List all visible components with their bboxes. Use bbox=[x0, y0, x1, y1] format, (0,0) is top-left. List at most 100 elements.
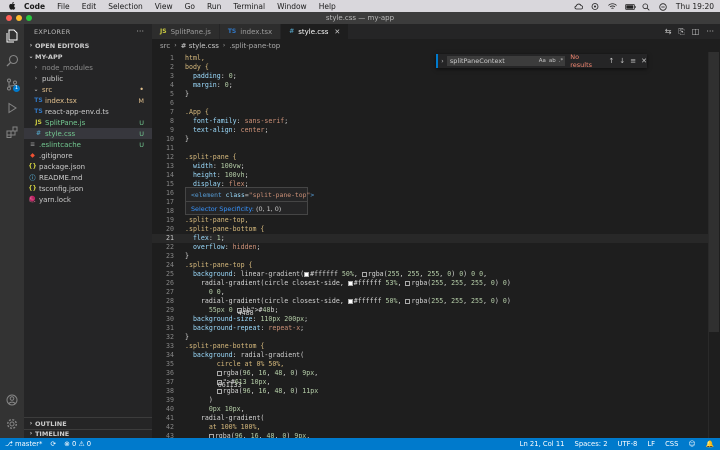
tree-item-tsconfig[interactable]: {} tsconfig.json bbox=[24, 183, 152, 194]
notifications-icon[interactable]: 🔔 bbox=[706, 440, 714, 448]
code-line[interactable]: 22 overflow: hidden; bbox=[152, 243, 712, 252]
toggle-replace-icon[interactable]: › bbox=[438, 58, 447, 65]
menu-edit[interactable]: Edit bbox=[82, 2, 97, 11]
account-icon[interactable] bbox=[4, 392, 20, 408]
siri-icon[interactable] bbox=[659, 2, 667, 11]
code-line[interactable]: 35 circle at 0% 50%, bbox=[152, 360, 712, 369]
code-line[interactable]: 36 rgba(96, 16, 48, 0) 9px, bbox=[152, 369, 712, 378]
regex-icon[interactable]: .* bbox=[559, 58, 564, 64]
split-editor-icon[interactable]: ◫ bbox=[692, 27, 700, 36]
menu-selection[interactable]: Selection bbox=[108, 2, 143, 11]
tab-style-css[interactable]: # style.css ✕ bbox=[281, 24, 350, 39]
end-of-line[interactable]: LF bbox=[647, 440, 655, 448]
run-debug-icon[interactable] bbox=[4, 100, 20, 116]
code-line[interactable]: 7 .App { bbox=[152, 108, 712, 117]
tree-item-yarn-lock[interactable]: 🧶 yarn.lock bbox=[24, 194, 152, 205]
menubar-clock[interactable]: Thu 19:20 bbox=[676, 2, 714, 11]
tree-item-public[interactable]: › public bbox=[24, 73, 152, 84]
code-line[interactable]: 25 background: linear-gradient(#ffffff 5… bbox=[152, 270, 712, 279]
code-line[interactable]: 23} bbox=[152, 252, 712, 261]
tree-item-eslintcache[interactable]: ≡ .eslintcache U bbox=[24, 139, 152, 150]
more-actions-icon[interactable]: ··· bbox=[136, 27, 144, 36]
menu-terminal[interactable]: Terminal bbox=[233, 2, 265, 11]
code-line[interactable]: 34 background: radial-gradient( bbox=[152, 351, 712, 360]
menu-run[interactable]: Run bbox=[207, 2, 221, 11]
code-line[interactable]: 30 background-size: 110px 200px; bbox=[152, 315, 712, 324]
breadcrumb-symbol[interactable]: .split-pane-top bbox=[229, 42, 280, 50]
language-mode[interactable]: CSS bbox=[665, 440, 678, 448]
breadcrumb-file[interactable]: # style.css bbox=[181, 42, 219, 50]
control-center-icon[interactable] bbox=[591, 2, 599, 10]
open-editors-section[interactable]: › OPEN EDITORS bbox=[24, 40, 152, 51]
open-changes-icon[interactable]: ⎘ bbox=[678, 27, 684, 37]
project-section[interactable]: ⌄ MY-APP bbox=[24, 51, 152, 62]
sync-icon[interactable]: ⟳ bbox=[50, 440, 56, 448]
tree-item-splitpane-js[interactable]: JS SplitPane.js U bbox=[24, 117, 152, 128]
code-line[interactable]: 20 .split-pane-bottom { bbox=[152, 225, 712, 234]
code-line[interactable]: 37 661133">#613 10px, bbox=[152, 378, 712, 389]
battery-icon[interactable] bbox=[625, 3, 636, 10]
encoding[interactable]: UTF-8 bbox=[618, 440, 638, 448]
editor-scrollbar[interactable] bbox=[708, 52, 720, 438]
code-line[interactable]: 42 at 100% 100%, bbox=[152, 423, 712, 432]
menu-view[interactable]: View bbox=[155, 2, 173, 11]
code-line[interactable]: 3 padding: 0; bbox=[152, 72, 712, 81]
tree-item-src[interactable]: ⌄ src • bbox=[24, 84, 152, 95]
scrollbar-thumb[interactable] bbox=[709, 52, 719, 332]
code-line[interactable]: 28 radial-gradient(circle closest-side, … bbox=[152, 297, 712, 306]
indentation[interactable]: Spaces: 2 bbox=[575, 440, 608, 448]
code-line[interactable]: 38 rgba(96, 16, 48, 0) 11px bbox=[152, 387, 712, 396]
menu-go[interactable]: Go bbox=[185, 2, 195, 11]
tree-item-index-tsx[interactable]: TS index.tsx M bbox=[24, 95, 152, 106]
code-line[interactable]: 39 ) bbox=[152, 396, 712, 405]
close-icon[interactable]: ✕ bbox=[334, 28, 340, 36]
code-line[interactable]: 26 radial-gradient(circle closest-side, … bbox=[152, 279, 712, 288]
code-line[interactable]: 13 width: 100vw; bbox=[152, 162, 712, 171]
code-line[interactable]: 41 radial-gradient( bbox=[152, 414, 712, 423]
code-line[interactable]: 27 0 0, bbox=[152, 288, 712, 297]
code-line[interactable]: 8 font-family: sans-serif; bbox=[152, 117, 712, 126]
code-line[interactable]: 31 background-repeat: repeat-x; bbox=[152, 324, 712, 333]
code-line[interactable]: 19 .split-pane-top, bbox=[152, 216, 712, 225]
problems-indicator[interactable]: ⊗ 0 ⚠ 0 bbox=[64, 440, 91, 448]
code-line[interactable]: 32} bbox=[152, 333, 712, 342]
code-line[interactable]: 11 bbox=[152, 144, 712, 153]
find-in-selection-icon[interactable]: ≡ bbox=[630, 57, 636, 65]
wifi-icon[interactable] bbox=[608, 2, 617, 10]
feedback-icon[interactable]: ☺ bbox=[688, 440, 695, 448]
extensions-icon[interactable] bbox=[4, 124, 20, 140]
match-case-icon[interactable]: Aa bbox=[539, 58, 546, 64]
close-icon[interactable]: ✕ bbox=[641, 57, 647, 65]
breadcrumb-src[interactable]: src bbox=[160, 42, 170, 50]
compare-icon[interactable]: ⇆ bbox=[665, 27, 672, 36]
tab-splitpane-js[interactable]: JS SplitPane.js bbox=[152, 24, 220, 39]
next-match-icon[interactable]: ↓ bbox=[619, 57, 625, 65]
settings-gear-icon[interactable] bbox=[4, 416, 20, 432]
menu-file[interactable]: File bbox=[57, 2, 70, 11]
tree-item-react-app-env[interactable]: TS react-app-env.d.ts bbox=[24, 106, 152, 117]
find-input[interactable]: splitPaneContext Aa ab .* bbox=[446, 56, 566, 66]
code-line[interactable]: 6 bbox=[152, 99, 712, 108]
app-menu[interactable]: Code bbox=[24, 2, 45, 11]
source-control-icon[interactable]: 1 bbox=[4, 76, 20, 92]
code-line[interactable]: 12 .split-pane { bbox=[152, 153, 712, 162]
code-line[interactable]: 5} bbox=[152, 90, 712, 99]
tree-item-readme[interactable]: ⓘ README.md bbox=[24, 172, 152, 183]
cloud-icon[interactable] bbox=[574, 3, 583, 10]
tree-item-package-json[interactable]: {} package.json bbox=[24, 161, 152, 172]
code-line[interactable]: 4 margin: 0; bbox=[152, 81, 712, 90]
code-line[interactable]: 10} bbox=[152, 135, 712, 144]
tab-index-tsx[interactable]: TS index.tsx bbox=[219, 24, 282, 39]
search-icon[interactable] bbox=[4, 52, 20, 68]
branch-indicator[interactable]: ⎇ master* bbox=[5, 440, 42, 448]
previous-match-icon[interactable]: ↑ bbox=[609, 57, 615, 65]
menu-help[interactable]: Help bbox=[319, 2, 336, 11]
files-icon[interactable] bbox=[4, 28, 20, 44]
match-word-icon[interactable]: ab bbox=[549, 58, 556, 64]
apple-menu-icon[interactable] bbox=[6, 0, 18, 12]
code-line[interactable]: 33 .split-pane-bottom { bbox=[152, 342, 712, 351]
code-line[interactable]: 40 0px 10px, bbox=[152, 405, 712, 414]
tree-item-style-css[interactable]: # style.css U bbox=[24, 128, 152, 139]
code-line[interactable]: 21 flex: 1; bbox=[152, 234, 712, 243]
code-line[interactable]: 29 55px 0 4488bb">#48b; bbox=[152, 306, 712, 317]
